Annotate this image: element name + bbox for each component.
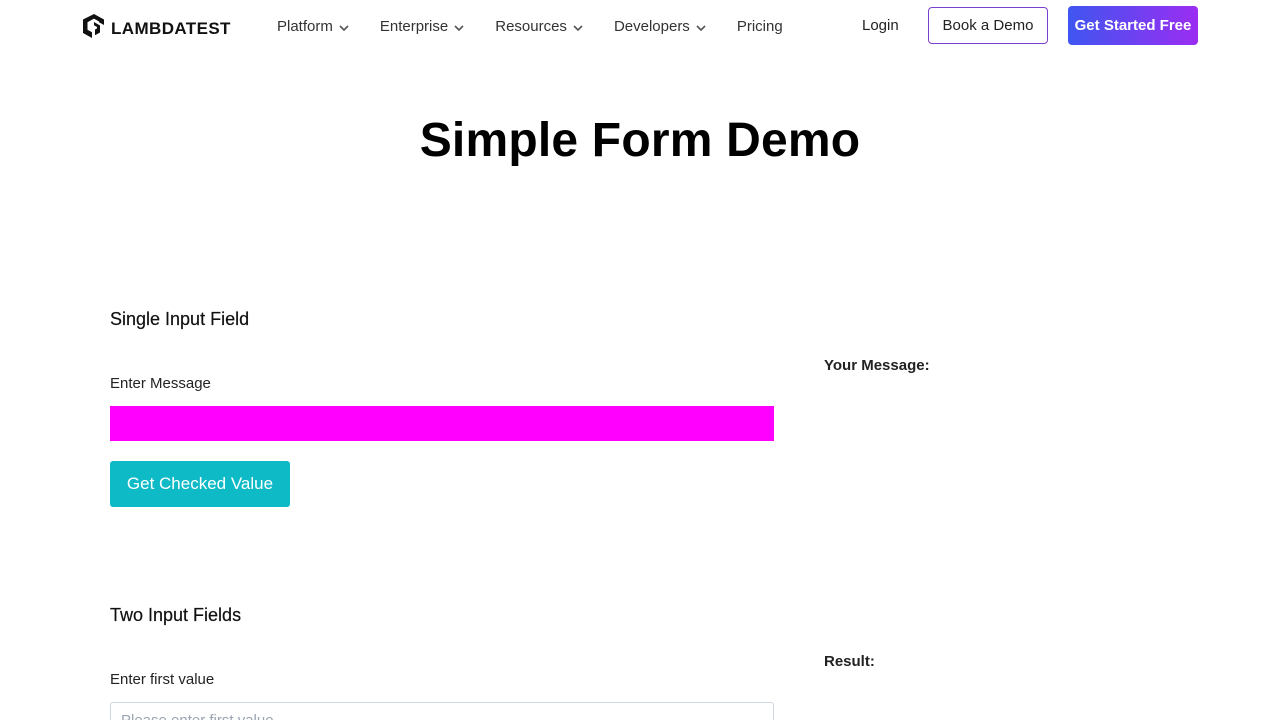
chevron-down-icon <box>339 18 349 35</box>
nav-item-enterprise[interactable]: Enterprise <box>380 18 464 35</box>
nav-item-resources[interactable]: Resources <box>495 18 583 35</box>
nav-item-label: Enterprise <box>379 17 449 35</box>
nav-item-pricing[interactable]: Pricing <box>737 18 783 35</box>
page-title: Simple Form Demo <box>419 114 861 167</box>
two-input-section-title: Two Input Fields <box>110 605 242 625</box>
logo-link[interactable]: LAMBDATEST <box>82 13 231 44</box>
your-message-label: Your Message: <box>824 357 930 374</box>
chevron-down-icon <box>454 18 464 35</box>
nav-item-platform[interactable]: Platform <box>277 18 349 35</box>
logo-text: LAMBDATEST <box>111 18 231 38</box>
first-value-label: Enter first value <box>110 671 215 688</box>
nav-item-label: Resources <box>495 17 567 35</box>
message-input[interactable] <box>110 406 774 441</box>
lambdatest-logo-icon <box>82 13 106 44</box>
chevron-down-icon <box>696 18 706 35</box>
page: LAMBDATEST Platform Enterprise Resources… <box>0 0 1280 720</box>
nav-item-label: Platform <box>277 17 333 35</box>
get-started-button[interactable]: Get Started Free <box>1068 6 1198 45</box>
single-input-section-title: Single Input Field <box>110 309 250 329</box>
chevron-down-icon <box>573 18 583 35</box>
book-demo-button[interactable]: Book a Demo <box>928 7 1048 44</box>
login-link[interactable]: Login <box>862 17 899 34</box>
first-value-input[interactable] <box>110 702 774 720</box>
result-label: Result: <box>824 653 875 670</box>
main-nav: Platform Enterprise Resources Developers… <box>277 0 814 52</box>
nav-item-label: Pricing <box>736 17 783 35</box>
get-checked-value-button[interactable]: Get Checked Value <box>110 461 290 507</box>
nav-item-developers[interactable]: Developers <box>614 18 706 35</box>
nav-item-label: Developers <box>613 17 690 35</box>
enter-message-label: Enter Message <box>110 375 211 392</box>
